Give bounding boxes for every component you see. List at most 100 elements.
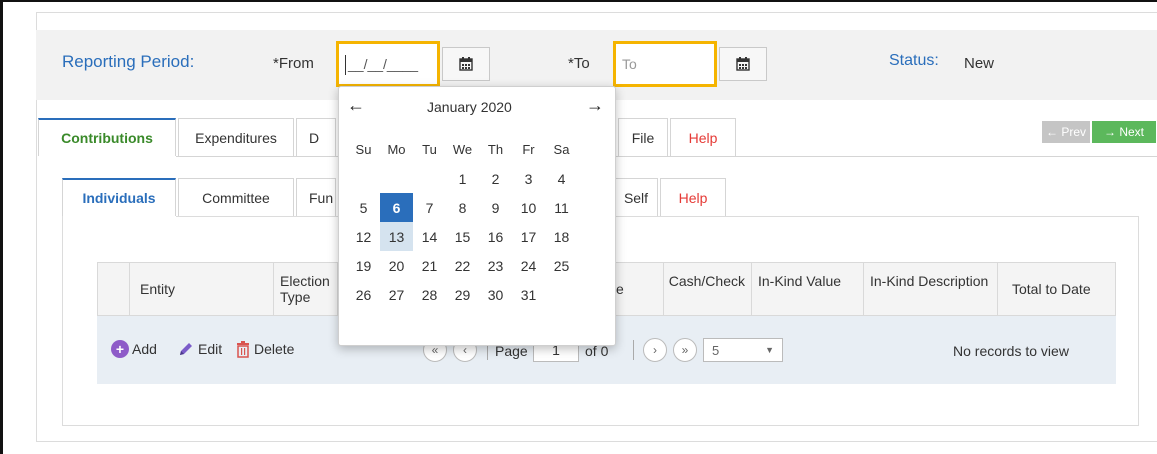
from-date-mask: __/__/____ <box>348 56 419 72</box>
calendar-empty-cell <box>413 164 446 193</box>
chevron-right-icon: › <box>653 343 657 357</box>
weekday-label: Sa <box>553 142 570 157</box>
main-tab-bar: Contributions Expenditures D <box>38 118 338 156</box>
delete-button[interactable]: Delete <box>235 340 294 358</box>
caret-down-icon: ▼ <box>765 345 774 355</box>
to-label: *To <box>568 55 590 72</box>
tab-fun-partial[interactable]: Fun <box>296 178 336 216</box>
trash-icon <box>237 341 249 358</box>
double-chevron-right-icon: » <box>681 343 689 357</box>
weekday-label: Mo <box>387 142 406 157</box>
add-button[interactable]: + Add <box>111 340 157 358</box>
next-button[interactable]: → Next <box>1092 121 1156 143</box>
calendar-day[interactable]: 11 <box>545 193 578 222</box>
sub-tab-bar-right: Self Help <box>614 178 728 216</box>
tab-individuals[interactable]: Individuals <box>62 178 176 216</box>
to-calendar-button[interactable] <box>719 47 767 81</box>
calendar-day[interactable]: 2 <box>479 164 512 193</box>
column-in-kind-value[interactable]: In-Kind Value <box>752 263 864 315</box>
calendar-day[interactable]: 7 <box>413 193 446 222</box>
calendar-day[interactable]: 25 <box>545 251 578 280</box>
page-size-select[interactable]: 5 ▼ <box>703 338 783 362</box>
calendar-day[interactable]: 31 <box>512 280 545 309</box>
tab-help[interactable]: Help <box>670 118 736 156</box>
column-select <box>98 263 130 315</box>
previous-month-arrow-icon[interactable]: ← <box>347 95 365 116</box>
month-year-title[interactable]: January 2020 <box>427 99 512 115</box>
calendar-week-row: 19 20 21 22 23 24 25 <box>347 251 611 280</box>
column-election-type[interactable]: Election Type <box>274 263 338 315</box>
sub-tab-divider <box>176 216 1139 217</box>
empty-records-text: No records to view <box>953 343 1069 359</box>
tab-sub-help[interactable]: Help <box>660 178 726 216</box>
calendar-day[interactable]: 1 <box>446 164 479 193</box>
calendar-day[interactable]: 23 <box>479 251 512 280</box>
next-page-button[interactable]: › <box>643 338 667 362</box>
calendar-day[interactable]: 26 <box>347 280 380 309</box>
calendar-day[interactable]: 17 <box>512 222 545 251</box>
calendar-day[interactable]: 3 <box>512 164 545 193</box>
delete-label: Delete <box>254 341 295 357</box>
edit-button[interactable]: Edit <box>177 340 222 358</box>
from-date-input[interactable]: __/__/____ <box>336 41 440 87</box>
calendar-day[interactable]: 12 <box>347 222 380 251</box>
calendar-day[interactable]: 21 <box>413 251 446 280</box>
column-cash-check[interactable]: Cash/Check <box>664 263 752 315</box>
column-entity[interactable]: Entity <box>130 263 274 315</box>
calendar-day[interactable]: 5 <box>347 193 380 222</box>
tab-committee[interactable]: Committee <box>178 178 294 216</box>
main-tab-bar-right: File Help <box>618 118 738 156</box>
weekday-label: Th <box>487 142 504 157</box>
weekday-label: We <box>452 142 473 157</box>
calendar-day[interactable]: 14 <box>413 222 446 251</box>
calendar-day[interactable]: 30 <box>479 280 512 309</box>
tab-d-partial[interactable]: D <box>296 118 336 156</box>
calendar-day[interactable]: 27 <box>380 280 413 309</box>
calendar-day[interactable]: 4 <box>545 164 578 193</box>
calendar-empty-cell <box>380 164 413 193</box>
tab-expenditures[interactable]: Expenditures <box>178 118 294 156</box>
calendar-day[interactable]: 13 <box>380 222 413 251</box>
calendar-empty-cell <box>347 164 380 193</box>
calendar-day[interactable]: 29 <box>446 280 479 309</box>
next-month-arrow-icon[interactable]: → <box>586 95 604 116</box>
tab-self[interactable]: Self <box>614 178 658 216</box>
calendar-day[interactable]: 6 <box>380 193 413 222</box>
reporting-period-label: Reporting Period: <box>62 52 195 71</box>
calendar-day[interactable]: 24 <box>512 251 545 280</box>
calendar-day[interactable]: 16 <box>479 222 512 251</box>
pencil-icon <box>180 343 192 355</box>
edit-label: Edit <box>198 341 223 357</box>
calendar-week-row: 1234 <box>347 164 611 193</box>
calendar-day[interactable]: 8 <box>446 193 479 222</box>
weekday-label: Su <box>355 142 372 157</box>
to-date-placeholder: To <box>622 56 637 72</box>
prev-button[interactable]: ← Prev <box>1042 121 1090 143</box>
pager-divider <box>633 340 634 360</box>
text-caret <box>345 55 346 76</box>
column-total-to-date[interactable]: Total to Date <box>998 263 1115 315</box>
to-date-input[interactable]: To <box>613 41 717 87</box>
calendar-grid: Su Mo Tu We Th Fr Sa 1 2 3 4 5 6 7 8 9 10 11 12 13 14 15 16 17 1… <box>347 135 611 309</box>
calendar-day[interactable]: 18 <box>545 222 578 251</box>
calendar-day[interactable]: 19 <box>347 251 380 280</box>
calendar-day[interactable]: 10 <box>512 193 545 222</box>
calendar-day[interactable]: 20 <box>380 251 413 280</box>
from-calendar-button[interactable] <box>442 47 490 81</box>
calendar-empty-cell <box>545 280 578 309</box>
calendar-day[interactable]: 15 <box>446 222 479 251</box>
tab-contributions[interactable]: Contributions <box>38 118 176 156</box>
column-in-kind-description[interactable]: In-Kind Description <box>864 263 998 315</box>
weekday-header-row: Su Mo Tu We Th Fr Sa <box>347 135 611 164</box>
calendar-week-row: 12 13 14 15 16 17 18 <box>347 222 611 251</box>
last-page-button[interactable]: » <box>673 338 697 362</box>
calendar-day[interactable]: 9 <box>479 193 512 222</box>
calendar-day[interactable]: 28 <box>413 280 446 309</box>
add-label: Add <box>132 341 157 357</box>
record-pager: ← Prev → Next <box>1042 121 1156 143</box>
calendar-day[interactable]: 22 <box>446 251 479 280</box>
tab-file[interactable]: File <box>618 118 668 156</box>
page-size-value: 5 <box>712 342 720 358</box>
status-label: Status: <box>889 52 939 69</box>
sub-tab-bar: Individuals Committee Fun <box>62 178 338 216</box>
